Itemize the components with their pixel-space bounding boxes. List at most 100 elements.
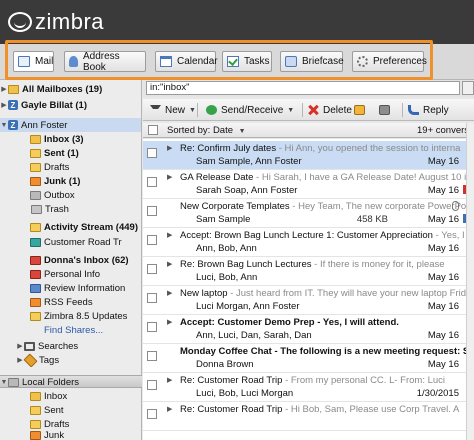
sidebar-item-gayle-billat[interactable]: ▶ Z Gayle Billat (1) (0, 98, 141, 112)
mailboxes-icon (8, 84, 19, 94)
zimbra-logo-icon (8, 12, 32, 32)
sidebar-item-inbox[interactable]: Inbox (3) (0, 132, 141, 146)
search-input[interactable]: in:"inbox" (146, 81, 460, 95)
sidebar-item-activity-stream[interactable]: Activity Stream (449) (0, 220, 141, 234)
search-button[interactable] (462, 81, 474, 95)
expand-arrow-icon[interactable]: ▶ (0, 85, 8, 93)
sidebar-item-outbox[interactable]: Outbox (0, 188, 141, 202)
row-checkbox[interactable] (147, 264, 157, 274)
junk-icon (30, 431, 41, 440)
row-checkbox[interactable] (147, 380, 157, 390)
zimbra-logo: zimbra (8, 9, 104, 35)
local-item-junk[interactable]: Junk (0, 431, 141, 440)
sent-icon (30, 148, 41, 158)
computer-icon (8, 377, 19, 387)
inbox-icon (30, 391, 41, 401)
message-row[interactable]: ▶ Re: Confirm July dates - Hi Ann, you o… (143, 141, 474, 170)
toolbar-divider (197, 103, 198, 117)
drafts-icon (30, 162, 41, 172)
collapse-arrow-icon[interactable]: ▼ (0, 379, 8, 386)
local-item-drafts[interactable]: Drafts (0, 417, 141, 431)
folder-icon (30, 269, 41, 279)
send-receive-icon (206, 105, 217, 115)
find-shares-link[interactable]: Find Shares... (0, 323, 141, 337)
delete-icon (308, 105, 319, 115)
sidebar-item-review-information[interactable]: Review Information (0, 281, 141, 295)
sidebar-item-ann-foster[interactable]: ▼ Z Ann Foster (0, 118, 141, 132)
sidebar-item-drafts[interactable]: Drafts (0, 160, 141, 174)
expand-arrow-icon[interactable]: ▶ (167, 405, 172, 413)
sort-by-date[interactable]: Sorted by: Date ▼ (167, 125, 246, 136)
reply-icon (408, 105, 419, 115)
sidebar-item-junk[interactable]: Junk (1) (0, 174, 141, 188)
message-row[interactable]: ▶ Accept: Brown Bag Lunch Lecture 1: Cus… (143, 228, 474, 257)
zimbra-account-icon: Z (8, 120, 18, 130)
dropdown-arrow-icon (150, 105, 161, 115)
move-button[interactable] (354, 101, 369, 119)
send-receive-button[interactable]: Send/Receive ▼ (206, 101, 294, 119)
message-row[interactable]: ▶ Accept: Customer Demo Prep - Yes, I wi… (143, 315, 474, 344)
chevron-down-icon[interactable]: ▼ (287, 107, 294, 114)
tab-highlight-box (5, 40, 433, 80)
row-checkbox[interactable] (147, 206, 157, 216)
expand-arrow-icon[interactable]: ▶ (0, 101, 8, 109)
message-row[interactable]: ▶ GA Release Date - Hi Sarah, I have a G… (143, 170, 474, 199)
select-all-checkbox[interactable] (148, 125, 158, 135)
collapse-arrow-icon[interactable]: ▼ (0, 122, 8, 129)
expand-arrow-icon[interactable]: ▶ (167, 231, 172, 239)
delete-button[interactable]: Delete (308, 101, 352, 119)
print-icon (379, 105, 390, 115)
local-item-inbox[interactable]: Inbox (0, 389, 141, 403)
sidebar-item-all-mailboxes[interactable]: ▶ All Mailboxes (19) (0, 82, 141, 96)
local-folders-label[interactable]: ▼ Local Folders (0, 375, 142, 389)
sidebar-item-sent[interactable]: Sent (1) (0, 146, 141, 160)
message-row[interactable]: Monday Coffee Chat - The following is a … (143, 344, 474, 373)
expand-arrow-icon[interactable]: ▶ (167, 376, 172, 384)
sort-arrow-icon: ▼ (238, 128, 246, 135)
inbox-icon (30, 134, 41, 144)
reply-button[interactable]: Reply (408, 101, 449, 119)
row-checkbox[interactable] (147, 148, 157, 158)
row-checkbox[interactable] (147, 293, 157, 303)
row-checkbox[interactable] (147, 235, 157, 245)
row-checkbox[interactable] (147, 177, 157, 187)
sidebar-item-rss-feeds[interactable]: RSS Feeds (0, 295, 141, 309)
expand-arrow-icon[interactable]: ▶ (167, 144, 172, 152)
message-row[interactable]: ▶ Re: Customer Road Trip - From my perso… (143, 373, 474, 402)
chevron-down-icon[interactable]: ▼ (189, 107, 196, 114)
expand-arrow-icon[interactable]: ▶ (167, 289, 172, 297)
sidebar-item-personal-info[interactable]: Personal Info (0, 267, 141, 281)
expand-arrow-icon[interactable]: ▶ (167, 318, 172, 326)
expand-arrow-icon[interactable]: ▶ (167, 173, 172, 181)
move-icon (354, 105, 365, 115)
row-checkbox[interactable] (147, 409, 157, 419)
expand-arrow-icon[interactable]: ▶ (16, 342, 24, 350)
sent-icon (30, 405, 41, 415)
message-row[interactable]: ▶ Re: Brown Bag Lunch Lectures - If ther… (143, 257, 474, 286)
expand-arrow-icon[interactable]: ▶ (167, 260, 172, 268)
message-row[interactable]: ▶ Re: Customer Road Trip - Hi Bob, Sam, … (143, 402, 474, 431)
sidebar-item-tags[interactable]: ▶ Tags (0, 353, 141, 367)
row-checkbox[interactable] (147, 322, 157, 332)
local-item-sent[interactable]: Sent (0, 403, 141, 417)
sidebar-item-donnas-inbox[interactable]: Donna's Inbox (62) (0, 253, 141, 267)
message-row[interactable]: ▶ New laptop - Just heard from IT. They … (143, 286, 474, 315)
new-button[interactable]: New ▼ (150, 101, 196, 119)
folder-icon (30, 311, 41, 321)
sidebar-item-searches[interactable]: ▶ Searches (0, 339, 141, 353)
print-button[interactable] (379, 101, 394, 119)
sidebar-item-trash[interactable]: Trash (0, 202, 141, 216)
message-list-scrollbar[interactable] (466, 123, 474, 440)
attachment-icon (452, 201, 459, 211)
folder-icon (30, 283, 41, 293)
sidebar-item-customer-road-trip[interactable]: Customer Road Tr (0, 235, 141, 249)
sidebar-item-zimbra-updates[interactable]: Zimbra 8.5 Updates (0, 309, 141, 323)
search-icon (24, 341, 35, 351)
message-row[interactable]: New Corporate Templates - Hey Team, The … (143, 199, 474, 228)
row-checkbox[interactable] (147, 351, 157, 361)
folder-icon (30, 222, 41, 232)
title-bar: zimbra (0, 0, 474, 44)
drafts-icon (30, 419, 41, 429)
tag-icon (23, 353, 38, 367)
message-list: ▶ Re: Confirm July dates - Hi Ann, you o… (143, 139, 474, 440)
